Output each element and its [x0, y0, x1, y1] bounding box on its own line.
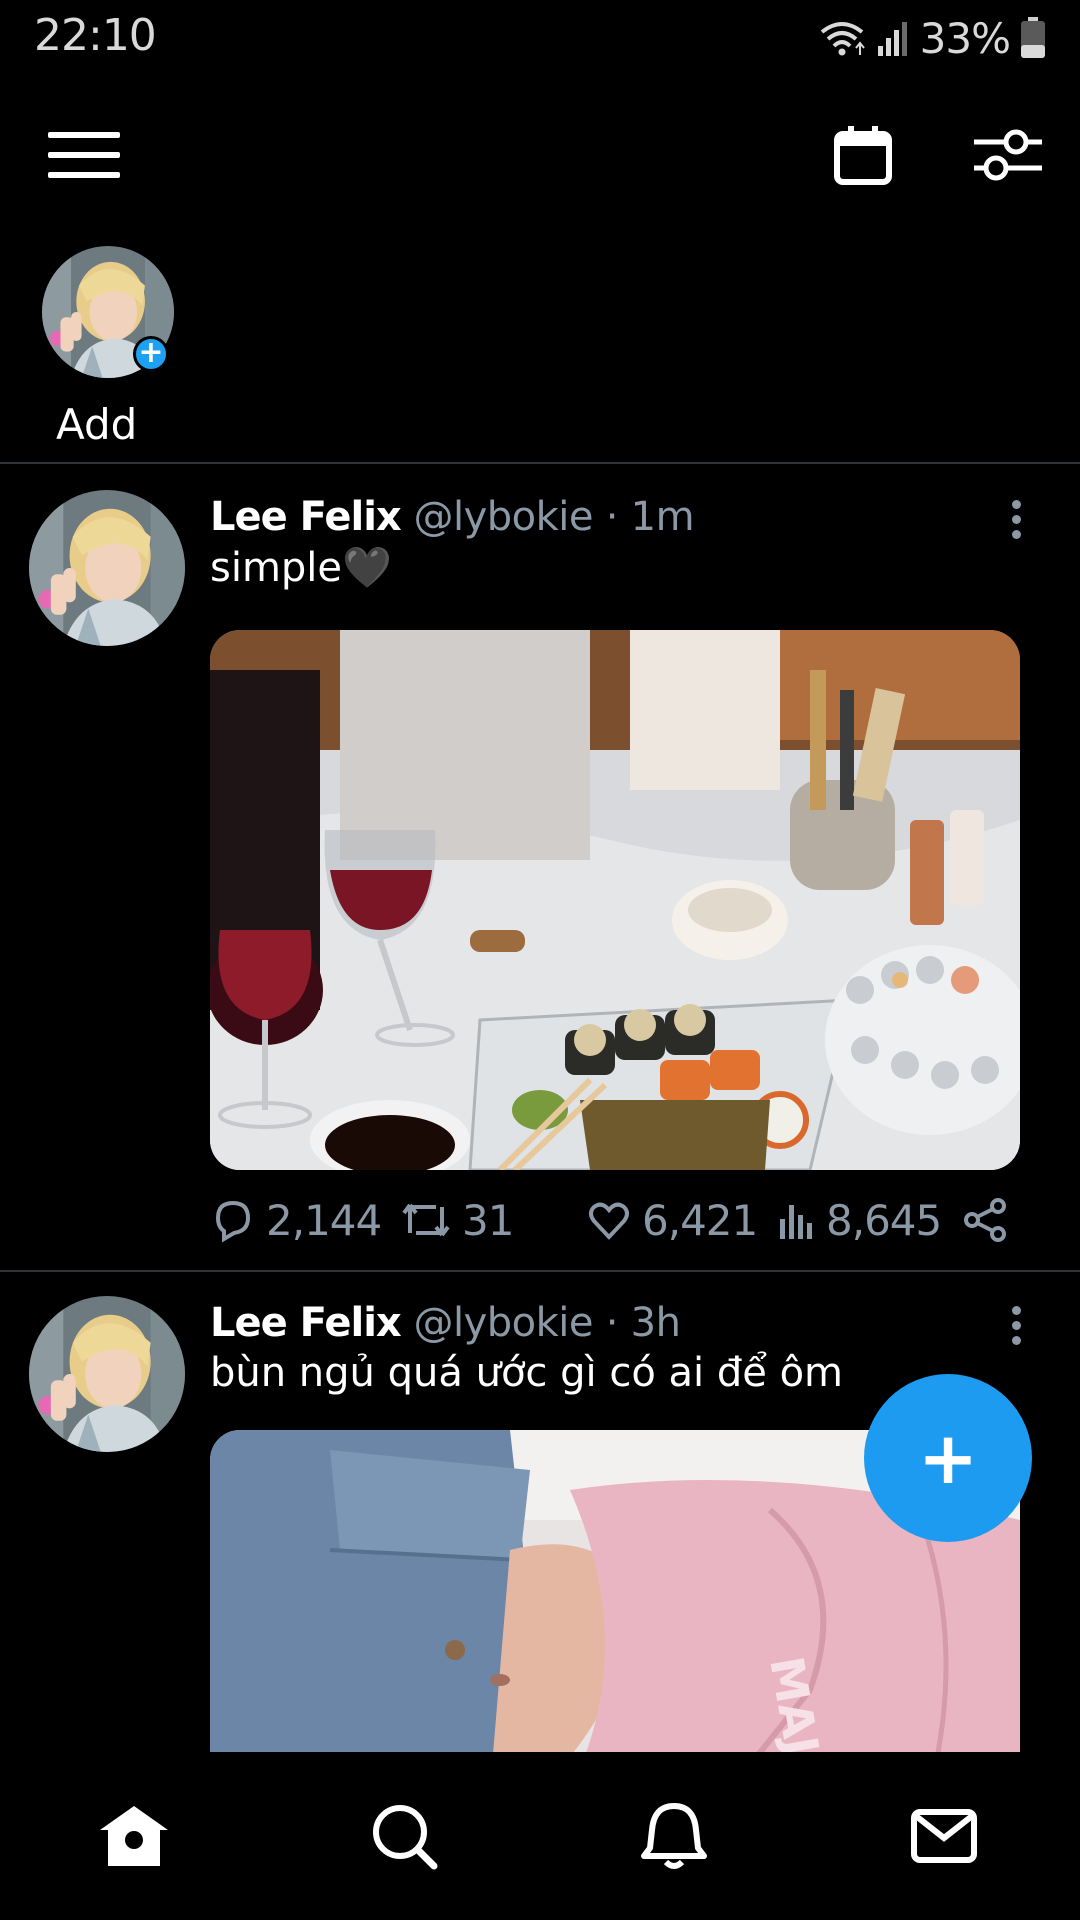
fleets-row: + Add	[0, 230, 1080, 460]
retweet-count: 31	[462, 1195, 514, 1245]
fleet-add-label: Add	[56, 400, 138, 449]
wifi-icon	[820, 22, 865, 56]
reply-button[interactable]: 2,144	[210, 1190, 382, 1250]
analytics-icon	[780, 1205, 812, 1239]
views-button[interactable]: 8,645	[776, 1190, 942, 1250]
battery-percent: 33%	[919, 13, 1011, 63]
messages-icon[interactable]	[908, 1800, 980, 1872]
share-button[interactable]	[962, 1190, 1008, 1250]
more-options-icon[interactable]	[1008, 498, 1026, 542]
reply-icon	[215, 1200, 251, 1243]
tweet-separator: ·	[605, 494, 619, 540]
calendar-icon[interactable]	[834, 124, 892, 186]
battery-icon	[1021, 17, 1045, 58]
status-bar: 22:10 33%	[0, 0, 1080, 75]
like-count: 6,421	[642, 1195, 758, 1245]
sliders-icon[interactable]	[972, 124, 1042, 186]
tweet-text: simple🖤	[210, 545, 392, 591]
bottom-nav	[0, 1752, 1080, 1920]
retweet-button[interactable]: 31	[400, 1190, 514, 1250]
status-time: 22:10	[34, 10, 157, 61]
reply-count: 2,144	[266, 1195, 382, 1245]
tweet-header: Lee Felix @lybokie · 1m	[210, 494, 695, 540]
hamburger-menu-icon[interactable]	[48, 130, 120, 180]
tweet-author-name[interactable]: Lee Felix	[210, 1300, 402, 1346]
compose-fab[interactable]: +	[864, 1374, 1032, 1542]
top-bar	[0, 90, 1080, 220]
view-count: 8,645	[826, 1195, 942, 1245]
tweet-author-handle[interactable]: @lybokie	[413, 1300, 593, 1346]
tweet-author-name[interactable]: Lee Felix	[210, 494, 402, 540]
tweet-author-handle[interactable]: @lybokie	[413, 494, 593, 540]
notifications-icon[interactable]	[638, 1800, 710, 1872]
status-icons: 33%	[818, 13, 1046, 63]
compose-plus-icon: +	[917, 1416, 979, 1500]
tweet-time: 1m	[630, 494, 695, 540]
tweet-avatar[interactable]	[29, 1296, 185, 1452]
tweet-actions: 2,144 31 6,421 8,645	[210, 1190, 1020, 1250]
tweet-avatar[interactable]	[29, 490, 185, 646]
tweet-time: 3h	[630, 1300, 681, 1346]
more-options-icon[interactable]	[1008, 1304, 1026, 1348]
retweet-icon	[402, 1203, 450, 1237]
tweet-separator: ·	[605, 1300, 619, 1346]
tweet-header: Lee Felix @lybokie · 3h	[210, 1300, 681, 1346]
fleet-add-plus-icon[interactable]: +	[133, 336, 169, 372]
like-button[interactable]: 6,421	[586, 1190, 758, 1250]
search-icon[interactable]	[368, 1800, 440, 1872]
share-icon	[964, 1198, 1006, 1242]
home-icon[interactable]	[98, 1800, 170, 1872]
signal-icon	[877, 22, 907, 56]
tweet-text: bùn ngủ quá ước gì có ai để ôm	[210, 1350, 844, 1396]
tweet[interactable]: Lee Felix @lybokie · 1m simple🖤 2,144 31…	[0, 464, 1080, 1270]
heart-icon	[589, 1202, 629, 1240]
tweet-image[interactable]	[210, 630, 1020, 1170]
